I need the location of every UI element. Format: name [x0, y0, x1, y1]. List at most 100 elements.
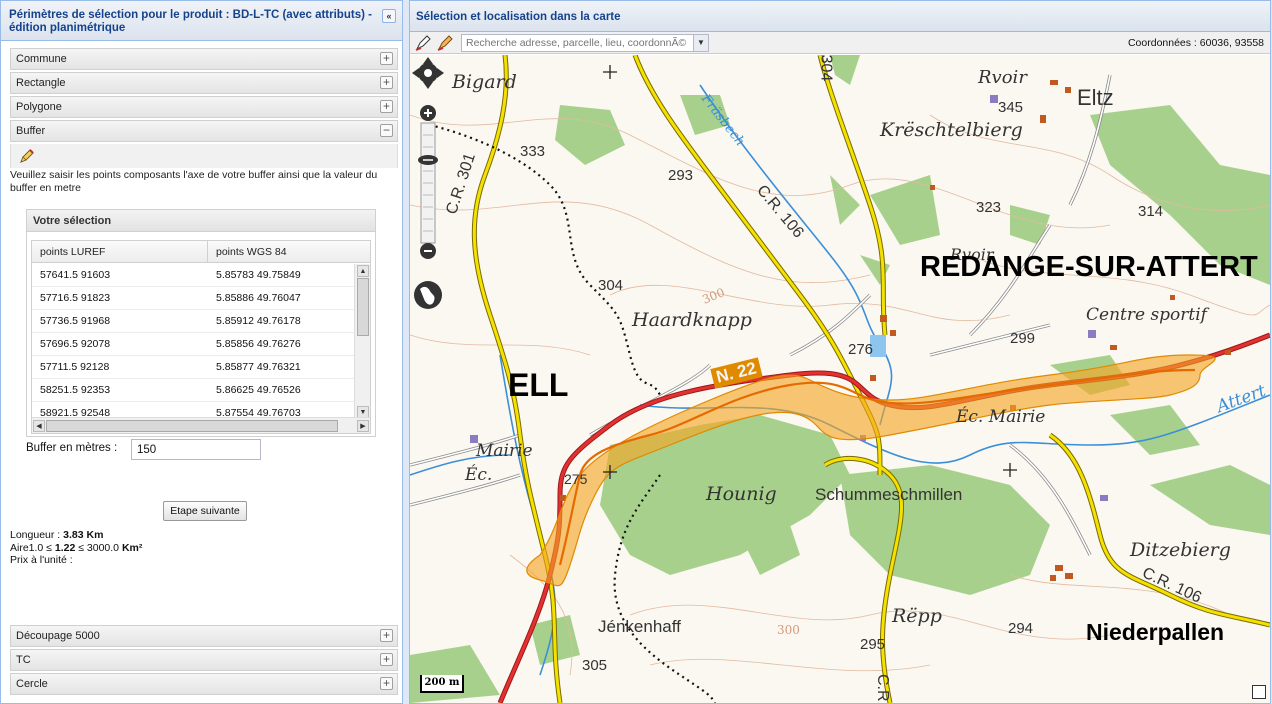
- zoom-out-icon[interactable]: [420, 243, 436, 259]
- expand-icon[interactable]: +: [380, 677, 393, 690]
- map-label: 275: [564, 471, 588, 487]
- pan-icon[interactable]: [412, 57, 444, 89]
- expand-icon[interactable]: +: [380, 653, 393, 666]
- map-panel-title: Sélection et localisation dans la carte: [410, 1, 1270, 32]
- section-decoupage[interactable]: Découpage 5000 +: [10, 625, 398, 647]
- cell-luref: 57696.5 92078: [40, 338, 111, 350]
- vertical-scrollbar[interactable]: ▲ ▼: [354, 264, 370, 419]
- hscroll-thumb[interactable]: [46, 420, 338, 432]
- cell-luref: 57641.5 91603: [40, 269, 111, 281]
- section-decoupage-label: Découpage 5000: [16, 630, 100, 642]
- cell-luref: 57736.5 91968: [40, 315, 111, 327]
- panel-title: Périmètres de sélection pour le produit …: [1, 1, 402, 41]
- selection-panel: Périmètres de sélection pour le produit …: [0, 0, 403, 704]
- search-dropdown-icon[interactable]: ▼: [693, 34, 709, 52]
- section-rectangle-label: Rectangle: [16, 77, 66, 89]
- map-label: 300: [777, 623, 800, 637]
- expand-icon[interactable]: +: [380, 100, 393, 113]
- expand-icon[interactable]: +: [380, 76, 393, 89]
- map-label: 293: [668, 167, 694, 184]
- table-row[interactable]: 57736.5 91968 5.85912 49.76178: [32, 310, 354, 333]
- table-row[interactable]: 57696.5 92078 5.85856 49.76276: [32, 333, 354, 356]
- scroll-left-icon[interactable]: ◀: [33, 420, 45, 432]
- pencil-icon[interactable]: [19, 148, 35, 164]
- table-row[interactable]: 57716.5 91823 5.85886 49.76047: [32, 287, 354, 310]
- section-buffer-label: Buffer: [16, 125, 46, 137]
- overview-map-icon[interactable]: [1252, 685, 1266, 699]
- length-label: Longueur :: [10, 529, 64, 541]
- column-header-luref[interactable]: points LUREF: [32, 241, 208, 262]
- map-label: Krëschtelbierg: [880, 119, 1023, 141]
- section-buffer[interactable]: Buffer −: [10, 120, 398, 142]
- cell-wgs84: 5.85912 49.76178: [216, 315, 301, 327]
- coordinates-readout: Coordonnées : 60036, 93558: [1127, 37, 1264, 49]
- map-label: 294: [1008, 620, 1034, 637]
- next-step-button[interactable]: Etape suivante: [163, 501, 247, 521]
- map-label: Ditzebierg: [1130, 539, 1231, 561]
- map-canvas[interactable]: Bigard Rvoir 345 Eltz Fräsbech Krëschtel…: [410, 55, 1270, 703]
- area-unit: Km²: [121, 541, 143, 554]
- map-label: Hounig: [706, 483, 777, 505]
- horizontal-scrollbar[interactable]: ◀ ▶: [32, 417, 370, 433]
- map-label: 295: [860, 636, 886, 653]
- points-grid: points LUREF points WGS 84 57641.5 91603…: [31, 240, 371, 434]
- map-label: Eltz: [1077, 85, 1114, 110]
- map-label: Éc.: [465, 465, 493, 485]
- map-label: Niederpallen: [1086, 619, 1225, 645]
- grid-header: points LUREF points WGS 84: [32, 241, 370, 263]
- section-tc[interactable]: TC +: [10, 649, 398, 671]
- zoom-in-icon[interactable]: [420, 105, 436, 121]
- map-label: Centre sportif: [1086, 305, 1207, 325]
- selection-box: Votre sélection points LUREF points WGS …: [26, 209, 376, 437]
- table-row[interactable]: 58251.5 92353 5.86625 49.76526: [32, 379, 354, 402]
- price-label: Prix à l'unité :: [10, 554, 73, 566]
- map-navigation: [412, 57, 444, 309]
- expand-icon[interactable]: +: [380, 629, 393, 642]
- map-label: Haardknapp: [632, 309, 752, 331]
- map-label: Rvoir: [978, 67, 1027, 88]
- scroll-thumb[interactable]: [357, 278, 369, 336]
- area-prefix: Aire1.0 ≤: [10, 541, 55, 554]
- draw-line-icon[interactable]: [415, 35, 431, 51]
- map-label: Schummeschmillen: [815, 485, 963, 504]
- section-polygone[interactable]: Polygone +: [10, 96, 398, 118]
- section-tc-label: TC: [16, 654, 31, 666]
- section-commune-label: Commune: [16, 53, 67, 65]
- address-search-input[interactable]: [461, 34, 699, 52]
- column-header-wgs84[interactable]: points WGS 84: [208, 241, 287, 262]
- section-cercle[interactable]: Cercle +: [10, 673, 398, 695]
- zoom-slider-thumb[interactable]: [418, 155, 438, 165]
- collapse-panel-button[interactable]: «: [382, 9, 396, 23]
- scroll-up-icon[interactable]: ▲: [357, 265, 369, 277]
- map-label: 333: [520, 143, 546, 160]
- selection-title: Votre sélection: [27, 210, 375, 232]
- area-suffix: ≤ 3000.0: [75, 541, 122, 554]
- map-label: 314: [1138, 203, 1164, 220]
- section-rectangle[interactable]: Rectangle +: [10, 72, 398, 94]
- buffer-input[interactable]: [131, 439, 261, 460]
- map-label: 299: [1010, 330, 1036, 347]
- table-row[interactable]: 57711.5 92128 5.85877 49.76321: [32, 356, 354, 379]
- buffer-instructions: Veuillez saisir les points composants l'…: [10, 169, 378, 194]
- cell-luref: 57716.5 91823: [40, 292, 111, 304]
- cell-wgs84: 5.85783 49.75849: [216, 269, 301, 281]
- collapse-icon[interactable]: −: [380, 124, 393, 137]
- area-value: 1.22: [54, 541, 76, 554]
- map-label: Éc. Mairie: [956, 407, 1046, 427]
- panel-title-text: Périmètres de sélection pour le produit …: [9, 9, 372, 34]
- map-panel: Sélection et localisation dans la carte …: [409, 0, 1271, 704]
- cell-luref: 57711.5 92128: [40, 361, 110, 373]
- length-line: Longueur : 3.83 Km: [10, 529, 142, 542]
- cell-wgs84: 5.85856 49.76276: [216, 338, 301, 350]
- buffer-label: Buffer en mètres :: [26, 442, 118, 454]
- map-label: 276: [848, 341, 874, 358]
- scroll-right-icon[interactable]: ▶: [357, 420, 369, 432]
- draw-polygon-icon[interactable]: [437, 35, 453, 51]
- table-row[interactable]: 57641.5 91603 5.85783 49.75849: [32, 264, 354, 287]
- map-label: Jénkenhaff: [598, 617, 681, 636]
- expand-icon[interactable]: +: [380, 52, 393, 65]
- globe-icon[interactable]: [414, 281, 442, 309]
- section-commune[interactable]: Commune +: [10, 48, 398, 70]
- cell-wgs84: 5.85886 49.76047: [216, 292, 301, 304]
- grid-rows: 57641.5 91603 5.85783 49.75849 57716.5 918…: [32, 264, 354, 425]
